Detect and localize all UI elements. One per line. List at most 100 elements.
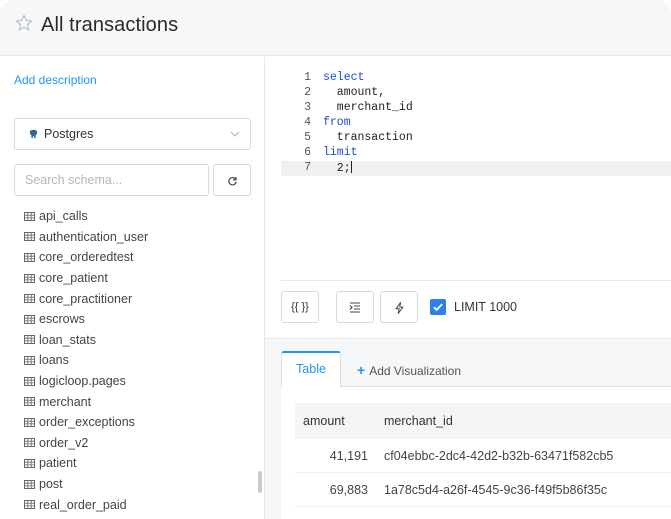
cell-merchant-id: cf04ebbc-2dc4-42d2-b32b-63471f582cb5 — [384, 449, 614, 463]
table-grid-icon — [24, 273, 35, 283]
schema-table-name: merchant — [39, 394, 92, 409]
code-line[interactable]: 3 merchant_id — [281, 101, 671, 116]
schema-table-name: real_order_paid — [39, 497, 127, 512]
table-grid-icon — [24, 355, 35, 365]
schema-search-input[interactable] — [14, 164, 209, 196]
schema-table-name: patient — [39, 456, 77, 471]
column-header-amount[interactable]: amount — [303, 414, 345, 428]
cell-amount: 41,191 — [329, 449, 368, 463]
star-outline-icon[interactable] — [14, 13, 34, 33]
add-visualization-label: Add Visualization — [369, 364, 462, 378]
table-grid-icon — [24, 211, 35, 221]
schema-table-item[interactable]: escrows — [24, 309, 254, 330]
plus-icon: + — [357, 362, 366, 378]
line-number: 4 — [304, 116, 311, 129]
table-grid-icon — [24, 479, 35, 489]
code-line[interactable]: 4 from — [281, 116, 671, 131]
table-header: amount merchant_id — [295, 403, 671, 439]
schema-table-item[interactable]: merchant — [24, 391, 254, 412]
results-panel: Table + Add Visualization amount merchant… — [265, 338, 671, 519]
schema-table-name: core_practitioner — [39, 291, 133, 306]
add-description-link[interactable]: Add description — [14, 73, 97, 87]
schema-table-item[interactable]: logicloop.pages — [24, 371, 254, 392]
schema-table-name: escrows — [39, 312, 85, 327]
line-number: 2 — [304, 86, 311, 99]
table-grid-icon — [24, 500, 35, 510]
schema-table-name: core_orderedtest — [39, 250, 134, 265]
checkmark-icon — [433, 303, 443, 312]
schema-table-item[interactable]: loans — [24, 350, 254, 371]
schema-table-name: loan_stats — [39, 332, 96, 347]
table-grid-icon — [24, 294, 35, 304]
line-number: 5 — [304, 131, 311, 144]
code-text: amount, — [323, 86, 386, 99]
code-text: transaction — [323, 131, 413, 144]
table-grid-icon — [24, 314, 35, 324]
indent-format-icon — [349, 302, 360, 313]
schema-table-item[interactable]: core_orderedtest — [24, 247, 254, 268]
add-parameter-button[interactable]: {{ }} — [281, 291, 319, 323]
code-text: merchant_id — [323, 101, 413, 114]
query-page: All transactions Add description Postgre… — [0, 0, 671, 519]
page-title[interactable]: All transactions — [41, 14, 178, 37]
schema-table-item[interactable]: patient — [24, 453, 254, 474]
add-visualization-tab[interactable]: + Add Visualization — [357, 362, 461, 378]
code-line[interactable]: 2 amount, — [281, 86, 671, 101]
schema-table-item[interactable]: api_calls — [24, 206, 254, 227]
schema-table-item[interactable]: post — [24, 474, 254, 495]
code-text: limit — [323, 146, 358, 159]
postgres-elephant-icon — [29, 129, 38, 139]
table-grid-icon — [24, 438, 35, 448]
refresh-schema-button[interactable] — [213, 164, 251, 196]
code-line[interactable]: 6 limit — [281, 146, 671, 161]
tab-table[interactable]: Table — [281, 351, 341, 388]
refresh-icon — [228, 176, 237, 186]
autocomplete-toggle-button[interactable] — [380, 291, 418, 323]
schema-table-item[interactable]: order_exceptions — [24, 412, 254, 433]
results-tabs: Table + Add Visualization — [281, 351, 671, 388]
column-header-merchant-id[interactable]: merchant_id — [384, 414, 453, 428]
cell-merchant-id: 1a78c5d4-a26f-4545-9c36-f49f5b86f35c — [384, 483, 608, 497]
sql-editor[interactable]: 1 select 2 amount, 3 merchant_id 4 from 5 tran… — [281, 57, 671, 281]
code-text: select — [323, 71, 365, 84]
code-line[interactable]: 1 select — [281, 71, 671, 86]
schema-table-name: logicloop.pages — [39, 374, 126, 389]
table-row: 41,191 cf04ebbc-2dc4-42d2-b32b-63471f582… — [295, 439, 671, 473]
format-query-button[interactable] — [336, 291, 374, 323]
schema-table-item[interactable]: authentication_user — [24, 227, 254, 248]
code-line[interactable]: 5 transaction — [281, 131, 671, 146]
page-header: All transactions — [0, 0, 671, 56]
schema-table-list: api_calls authentication_user core_ordered… — [24, 206, 254, 515]
table-grid-icon — [24, 417, 35, 427]
schema-table-item[interactable]: core_practitioner — [24, 288, 254, 309]
schema-table-name: api_calls — [39, 209, 88, 224]
data-source-label: Postgres — [44, 127, 94, 141]
table-grid-icon — [24, 232, 35, 242]
schema-table-name: post — [39, 477, 63, 492]
data-source-select[interactable]: Postgres — [14, 118, 251, 150]
limit-label: LIMIT 1000 — [454, 300, 518, 314]
results-table: amount merchant_id 41,191 cf04ebbc-2dc4-… — [281, 387, 671, 519]
code-text: 2; — [323, 161, 352, 175]
lightning-icon — [395, 302, 403, 314]
limit-checkbox[interactable] — [430, 299, 446, 315]
code-line[interactable]: 7 2; — [281, 161, 671, 176]
schema-table-item[interactable]: order_v2 — [24, 433, 254, 454]
cell-amount: 69,883 — [329, 483, 368, 497]
chevron-down-icon — [230, 131, 240, 137]
table-grid-icon — [24, 458, 35, 468]
line-number: 1 — [304, 71, 311, 84]
sidebar-scrollbar[interactable] — [258, 471, 262, 493]
schema-table-item[interactable]: loan_stats — [24, 330, 254, 351]
table-row: 69,883 1a78c5d4-a26f-4545-9c36-f49f5b86f… — [295, 473, 671, 507]
schema-table-item[interactable]: core_patient — [24, 268, 254, 289]
schema-table-item[interactable]: real_order_paid — [24, 494, 254, 515]
code-text: from — [323, 116, 351, 129]
table-grid-icon — [24, 376, 35, 386]
line-number: 3 — [304, 101, 311, 114]
line-number: 6 — [304, 146, 311, 159]
schema-table-name: loans — [39, 353, 69, 368]
line-number: 7 — [304, 161, 311, 174]
table-grid-icon — [24, 397, 35, 407]
schema-table-name: core_patient — [39, 271, 108, 286]
